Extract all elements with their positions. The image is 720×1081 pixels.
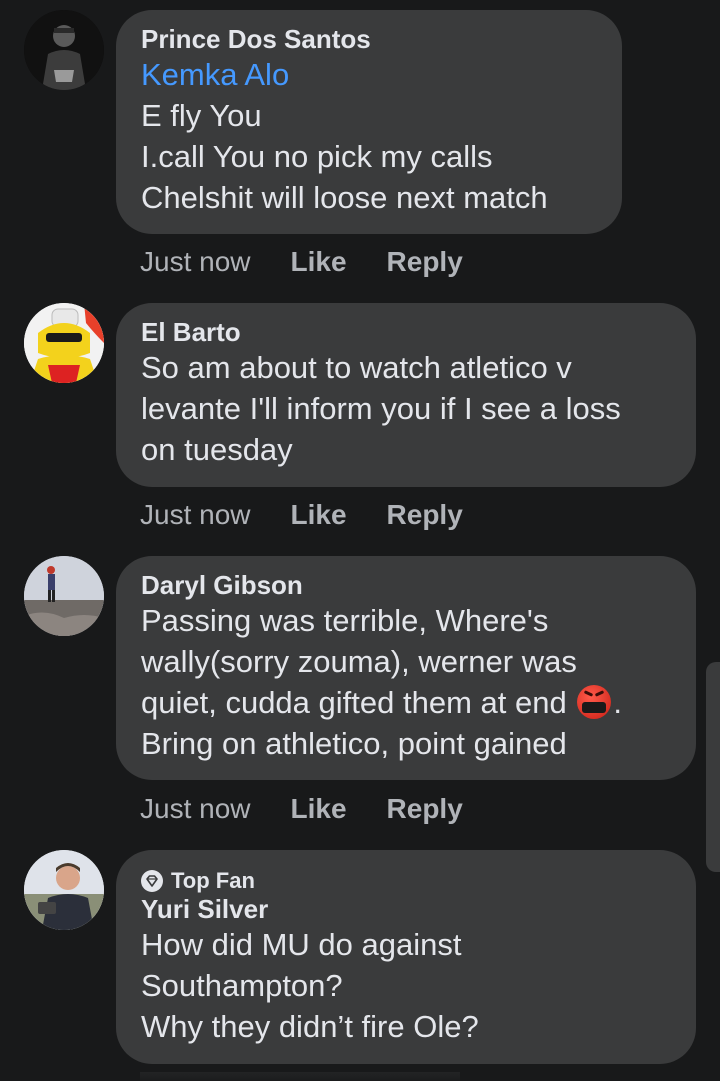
avatar[interactable]	[24, 303, 104, 383]
commenter-name[interactable]: Prince Dos Santos	[141, 24, 598, 54]
timestamp: Just now	[140, 793, 251, 824]
comment-text-line: Bring on athletico, point gained	[141, 726, 567, 761]
timestamp: Just now	[140, 246, 251, 277]
like-button[interactable]: Like	[291, 499, 347, 531]
comment-text-line: on tuesday	[141, 432, 293, 467]
comment-text-line: Passing was terrible, Where's	[141, 603, 549, 638]
reply-button[interactable]: Reply	[387, 499, 463, 531]
cut-off-actions	[140, 1072, 460, 1081]
commenter-name[interactable]: El Barto	[141, 317, 672, 347]
avatar[interactable]	[24, 850, 104, 930]
comment-text-line: Why they didn’t fire Ole?	[141, 1009, 479, 1044]
hiker-photo-icon	[24, 556, 104, 636]
timestamp: Just now	[140, 499, 251, 530]
comment-text-line: Chelshit will loose next match	[141, 180, 548, 215]
comment-bubble: Prince Dos Santos Kemka Alo E fly You I.…	[116, 10, 622, 234]
top-fan-badge: Top Fan	[141, 868, 672, 894]
like-button[interactable]: Like	[291, 793, 347, 825]
comment-text-line-with-emoji: quiet, cudda gifted them at end .	[141, 682, 672, 723]
avatar[interactable]	[24, 556, 104, 636]
reply-button[interactable]: Reply	[387, 246, 463, 278]
avatar[interactable]	[24, 10, 104, 90]
commenter-name[interactable]: Yuri Silver	[141, 894, 672, 924]
comment-bubble: El Barto So am about to watch atletico v…	[116, 303, 696, 487]
comment-actions: Just now Like Reply	[140, 242, 503, 282]
comment-bubble: Top Fan Yuri Silver How did MU do agains…	[116, 850, 696, 1064]
comment-text-line: I.call You no pick my calls	[141, 139, 493, 174]
comment-actions: Just now Like Reply	[140, 789, 503, 829]
commenter-name[interactable]: Daryl Gibson	[141, 570, 672, 600]
comment-text-suffix: .	[613, 685, 622, 720]
reply-button[interactable]: Reply	[387, 793, 463, 825]
mention-link[interactable]: Kemka Alo	[141, 54, 598, 95]
scrollbar[interactable]	[706, 662, 720, 872]
like-button[interactable]: Like	[291, 246, 347, 278]
comment-text-line: Southampton?	[141, 968, 343, 1003]
comment-text-line: So am about to watch atletico v	[141, 350, 572, 385]
comment-text-line: wally(sorry zouma), werner was	[141, 644, 577, 679]
comment-text-line: How did MU do against	[141, 927, 462, 962]
diamond-icon	[141, 870, 163, 892]
cursing-face-emoji-icon	[577, 685, 612, 719]
cartoon-avatar-icon	[24, 303, 104, 383]
comment-text-line: E fly You	[141, 98, 262, 133]
person-photo-icon	[24, 10, 104, 90]
badge-label: Top Fan	[171, 868, 255, 893]
person-photo-icon	[24, 850, 104, 930]
comment-text-line: levante I'll inform you if I see a loss	[141, 391, 621, 426]
comment-text: quiet, cudda gifted them at end	[141, 685, 567, 720]
comment-bubble: Daryl Gibson Passing was terrible, Where…	[116, 556, 696, 780]
comment-actions: Just now Like Reply	[140, 495, 503, 535]
